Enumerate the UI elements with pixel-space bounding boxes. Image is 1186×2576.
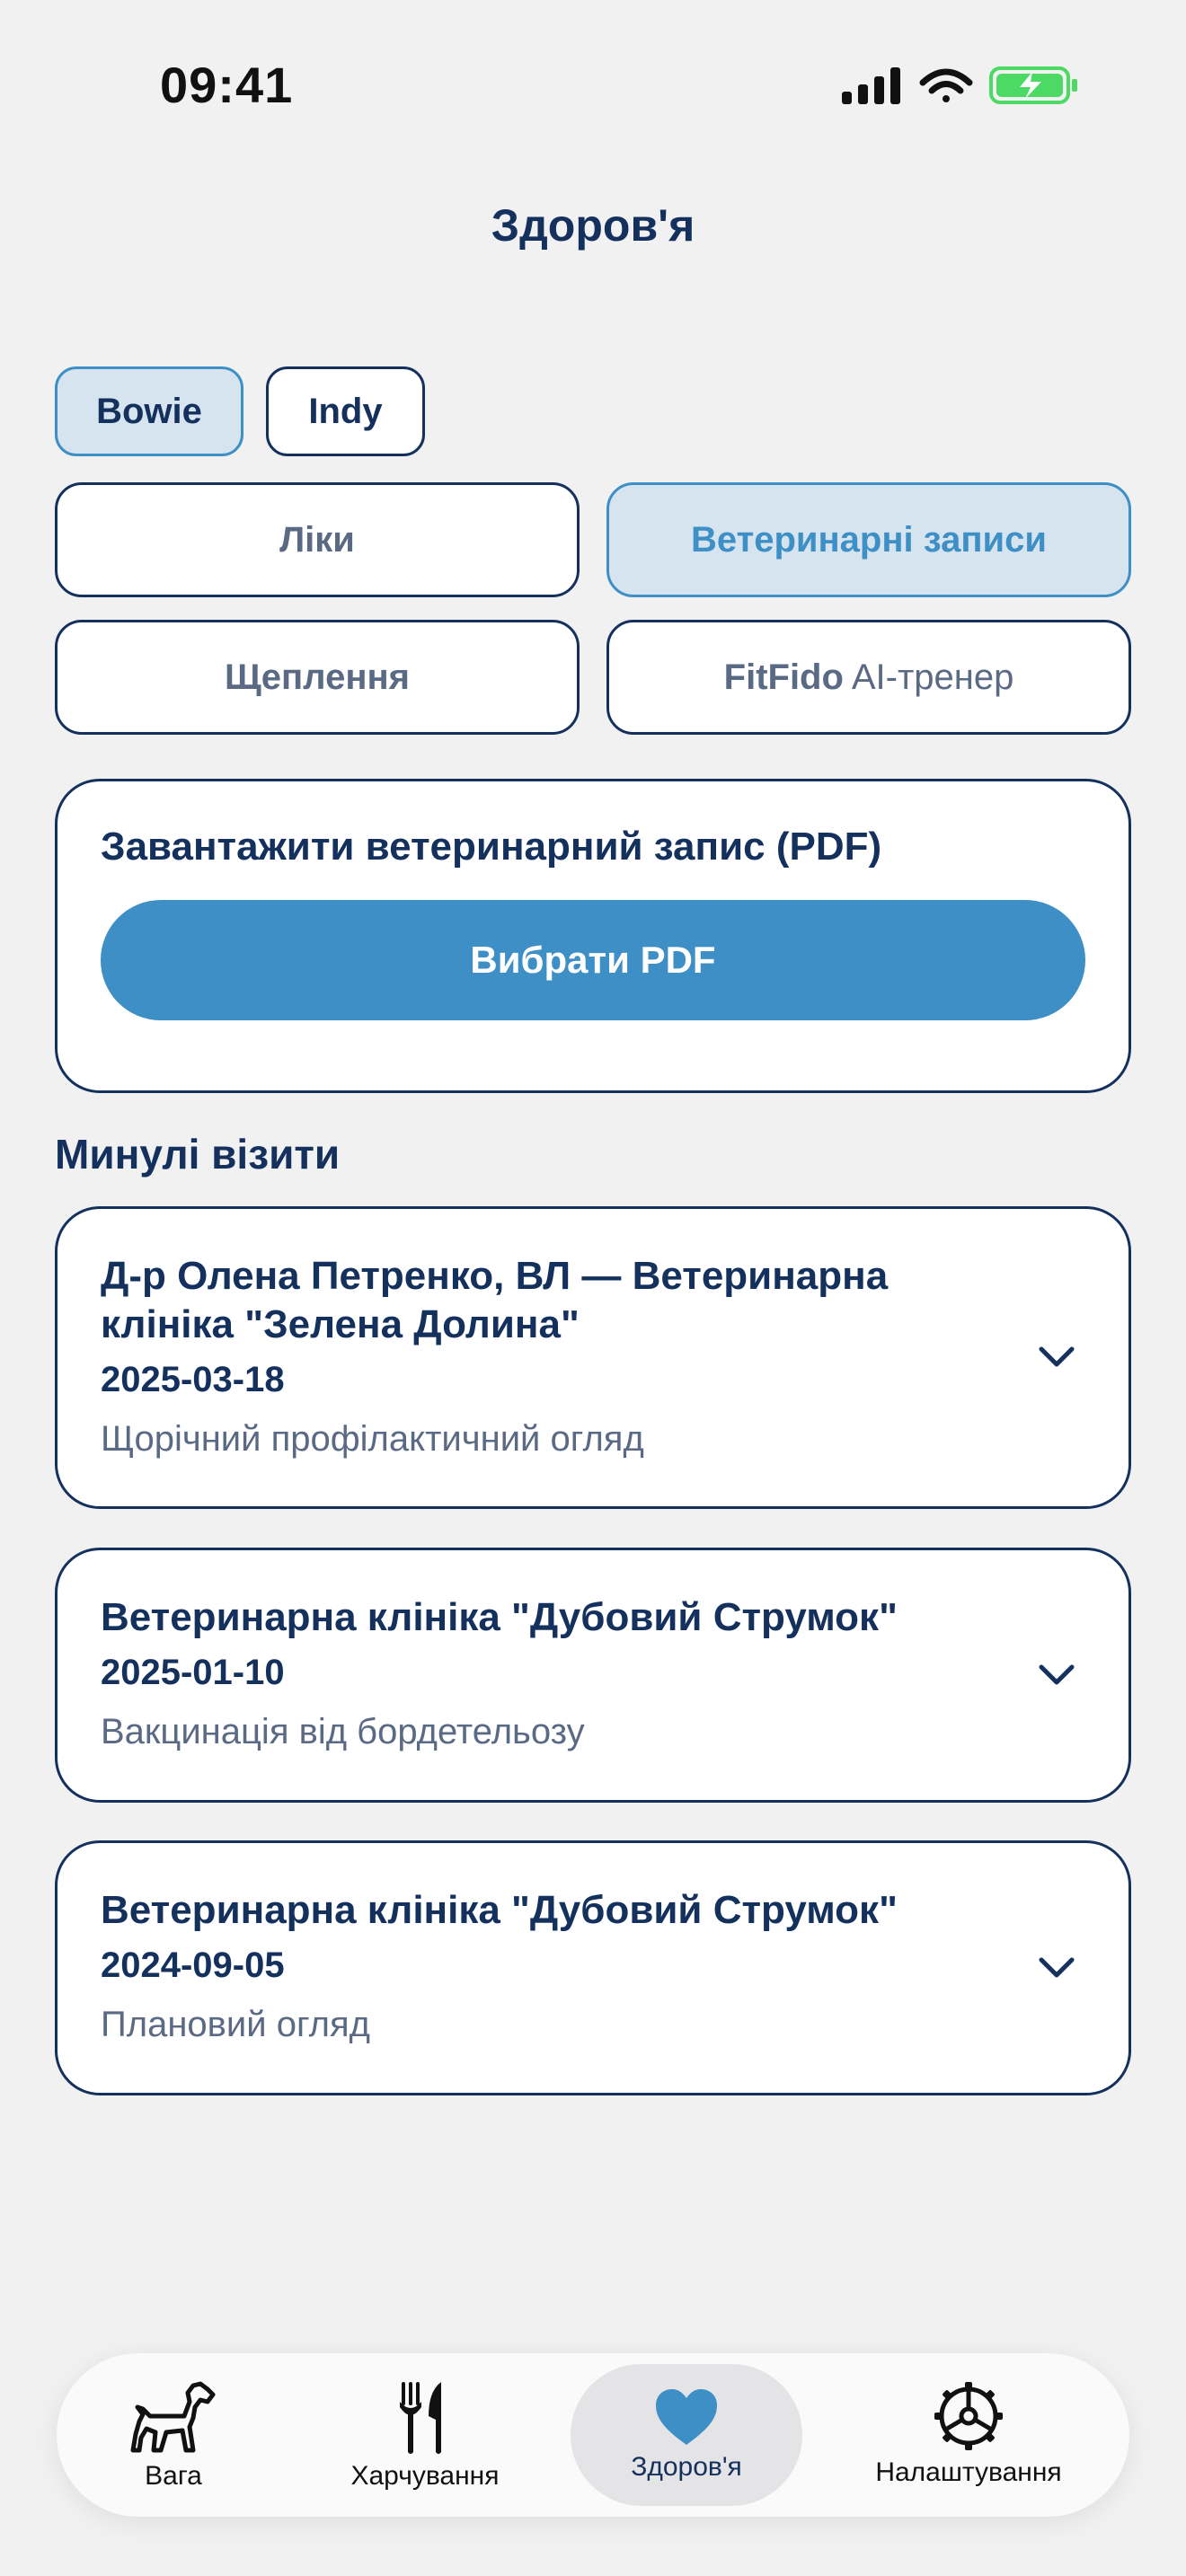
tab-label: AI-тренер — [843, 657, 1014, 697]
tabbar-item-weight[interactable]: Вага — [111, 2353, 236, 2517]
tabbar-label: Харчування — [350, 2461, 500, 2491]
dog-icon — [130, 2381, 216, 2453]
visit-clinic: Ветеринарна клініка "Дубовий Струмок" — [101, 1595, 898, 1639]
visit-description: Щорічний профілактичний огляд — [101, 1419, 644, 1459]
visit-clinic-line2: клініка "Зелена Долина" — [101, 1302, 580, 1346]
page-title: Здоров'я — [491, 200, 695, 251]
battery-icon — [989, 66, 1077, 104]
past-visits-heading: Минулі візити — [55, 1131, 341, 1178]
visit-clinic: Ветеринарна клініка "Дубовий Струмок" — [101, 1888, 898, 1932]
pet-chip-label: Indy — [308, 391, 383, 431]
upload-title: Завантажити ветеринарний запис (PDF) — [101, 825, 882, 869]
tab-medications[interactable]: Ліки — [55, 482, 580, 597]
signal-icon — [842, 67, 900, 104]
chevron-down-icon[interactable] — [1038, 1345, 1075, 1369]
heart-icon — [656, 2389, 717, 2445]
visit-date: 2025-03-18 — [101, 1360, 285, 1399]
tab-vaccinations[interactable]: Щеплення — [55, 620, 580, 735]
pet-chip-bowie[interactable]: Bowie — [55, 366, 243, 456]
status-icons — [840, 63, 1083, 108]
choose-pdf-button[interactable]: Вибрати PDF — [101, 900, 1085, 1020]
visit-description: Вакцинація від бордетельозу — [101, 1712, 585, 1751]
pet-chip-label: Bowie — [96, 391, 202, 431]
tabbar-item-settings[interactable]: Налаштування — [856, 2353, 1081, 2517]
visit-date: 2025-01-10 — [101, 1653, 285, 1692]
chevron-down-icon[interactable] — [1038, 1956, 1075, 1980]
tabbar-label: Вага — [145, 2461, 202, 2491]
visit-description: Плановий огляд — [101, 2005, 371, 2044]
tab-label: Щеплення — [225, 657, 410, 697]
pet-chip-indy[interactable]: Indy — [266, 366, 425, 456]
wifi-icon — [919, 68, 973, 102]
visit-clinic-line1: Д-р Олена Петренко, ВЛ — Ветеринарна — [101, 1254, 889, 1298]
tabbar-item-nutrition[interactable]: Харчування — [335, 2353, 515, 2517]
tab-ai-trainer[interactable]: FitFido AI-тренер — [606, 620, 1131, 735]
tabbar-item-health[interactable]: Здоров'я — [571, 2353, 802, 2517]
visit-date: 2024-09-05 — [101, 1945, 285, 1985]
gear-icon — [934, 2382, 1003, 2450]
status-time: 09:41 — [160, 57, 294, 113]
tab-label-brand: FitFido — [723, 657, 844, 697]
tab-bar: Вага Харчування Здоров'я Налаштування — [57, 2353, 1129, 2517]
choose-pdf-label: Вибрати PDF — [470, 939, 716, 981]
tab-label: Ветеринарні записи — [691, 519, 1047, 560]
tabbar-label: Налаштування — [875, 2457, 1062, 2487]
tab-label: Ліки — [279, 519, 355, 560]
tabbar-label: Здоров'я — [631, 2452, 742, 2482]
tab-vet-records[interactable]: Ветеринарні записи — [606, 482, 1131, 597]
fork-knife-icon — [400, 2382, 441, 2454]
chevron-down-icon[interactable] — [1038, 1663, 1075, 1687]
visit-clinic: Д-р Олена Петренко, ВЛ — Ветеринарна клі… — [101, 1252, 999, 1349]
